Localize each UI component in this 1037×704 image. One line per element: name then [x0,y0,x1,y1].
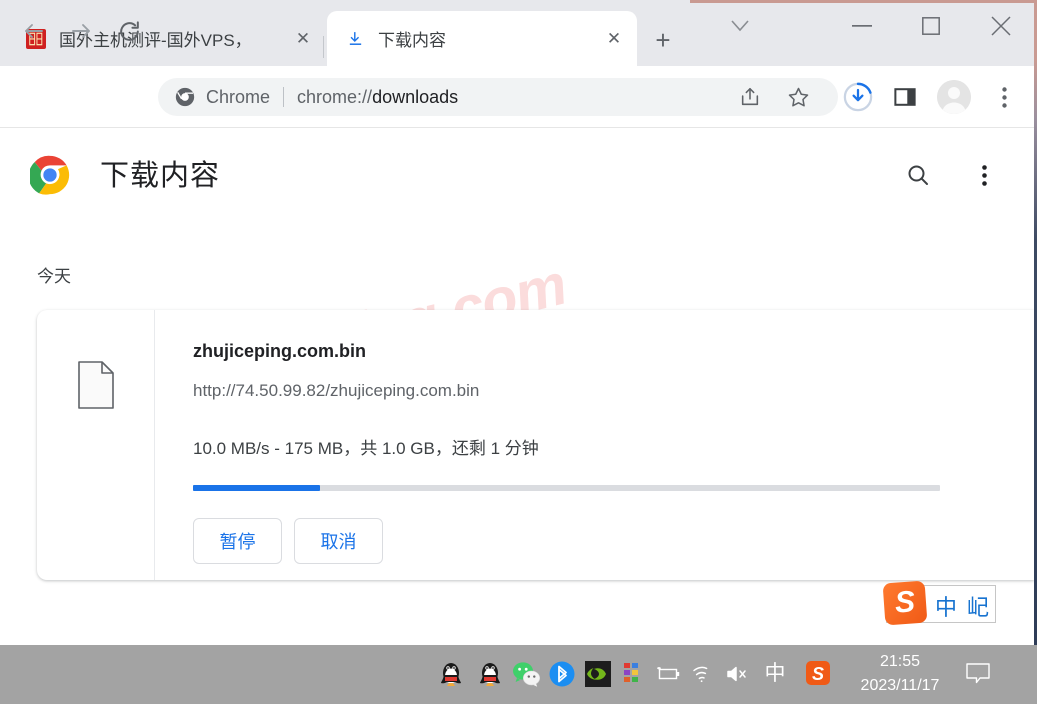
new-tab-button[interactable]: + [645,22,681,58]
wifi-icon[interactable] [690,662,716,686]
download-item-details: zhujiceping.com.bin http://74.50.99.82/z… [155,310,1034,580]
share-icon[interactable] [733,80,767,114]
omnibox-url-rest: downloads [372,86,459,107]
sogou-ime-logo-icon[interactable]: S [882,580,928,626]
omnibox-url-text: chrome://downloads [297,87,458,108]
browser-window: 国外主机测评-国外VPS， ✕ 下载内容 ✕ + Chrome chrome:/… [0,0,1037,645]
bluetooth-icon[interactable] [548,660,576,688]
search-icon[interactable] [900,157,936,193]
volume-muted-icon[interactable] [726,662,752,686]
ime-zh-icon[interactable]: 中 [762,662,788,686]
qq-icon[interactable] [437,660,465,688]
date-group-heading: 今天 [37,267,71,286]
profile-avatar[interactable] [937,80,971,114]
window-maximize-button[interactable] [903,3,959,49]
battery-icon[interactable] [655,662,681,686]
forward-arrow-icon[interactable] [64,14,98,48]
omnibox-brand-label: Chrome [206,86,271,107]
tab-close-icon[interactable]: ✕ [600,25,628,53]
tab-close-icon[interactable]: ✕ [289,25,317,53]
download-status-text: 10.0 MB/s - 175 MB，共 1.0 GB，还剩 1 分钟 [193,439,539,458]
downloads-header: 下载内容 [0,129,1034,215]
side-panel-icon[interactable] [888,80,922,114]
tab-search-chevron-down-icon[interactable] [712,3,768,49]
download-item-card[interactable]: zhujiceping.com.bin http://74.50.99.82/z… [37,310,1034,580]
omnibox-url-scheme: chrome:// [297,86,373,107]
download-source-url: http://74.50.99.82/zhujiceping.com.bin [193,381,480,400]
bookmark-star-icon[interactable] [781,80,815,114]
window-border-top [690,0,1037,3]
color-grid-icon[interactable] [620,660,648,688]
window-minimize-button[interactable] [834,3,890,49]
page-title: 下载内容 [100,160,221,192]
tab-downloads[interactable]: 下载内容 ✕ [327,11,637,66]
qq-icon[interactable] [476,660,504,688]
screen: 国外主机测评-国外VPS， ✕ 下载内容 ✕ + Chrome chrome:/… [0,0,1037,704]
download-progress-bar [193,485,940,491]
tab-title: 下载内容 [378,31,446,50]
page-three-dot-menu-icon[interactable] [966,157,1002,193]
wechat-icon[interactable] [512,660,540,688]
reload-icon[interactable] [112,14,146,48]
notification-icon[interactable] [963,660,993,688]
chrome-logo-icon [28,155,70,200]
sogou-icon[interactable]: S [805,660,831,686]
download-file-name: zhujiceping.com.bin [193,341,367,361]
clock-date: 2023/11/17 [860,677,940,694]
download-progress-icon[interactable] [841,80,875,114]
ime-mode-chinese-button[interactable]: 中 [935,590,957,622]
taskbar-clock[interactable]: 21:55 2023/11/17 [855,650,945,698]
svg-text:S: S [812,664,824,684]
ime-toolbox-icon[interactable]: 屺 [967,590,989,622]
cancel-button[interactable]: 取消 [294,518,383,564]
download-progress-fill [193,485,320,491]
chrome-icon [175,87,195,107]
avatar [937,80,971,114]
three-dot-menu-icon[interactable] [987,80,1021,114]
pause-button[interactable]: 暂停 [193,518,282,564]
tab-separator [323,36,324,58]
tab-strip: 国外主机测评-国外VPS， ✕ 下载内容 ✕ + [0,0,1037,66]
nvidia-icon[interactable] [584,660,612,688]
file-icon-column [37,310,155,580]
tab-site[interactable]: 国外主机测评-国外VPS， ✕ [8,11,326,66]
clock-time: 21:55 [879,653,921,670]
download-icon [345,29,365,49]
back-arrow-icon[interactable] [17,14,51,48]
window-close-button[interactable] [973,3,1029,49]
downloads-page: 下载内容 今天 zhujiceping.com.bin http://74.50… [0,129,1034,645]
generic-file-icon [78,361,114,409]
omnibox-divider [283,87,285,107]
